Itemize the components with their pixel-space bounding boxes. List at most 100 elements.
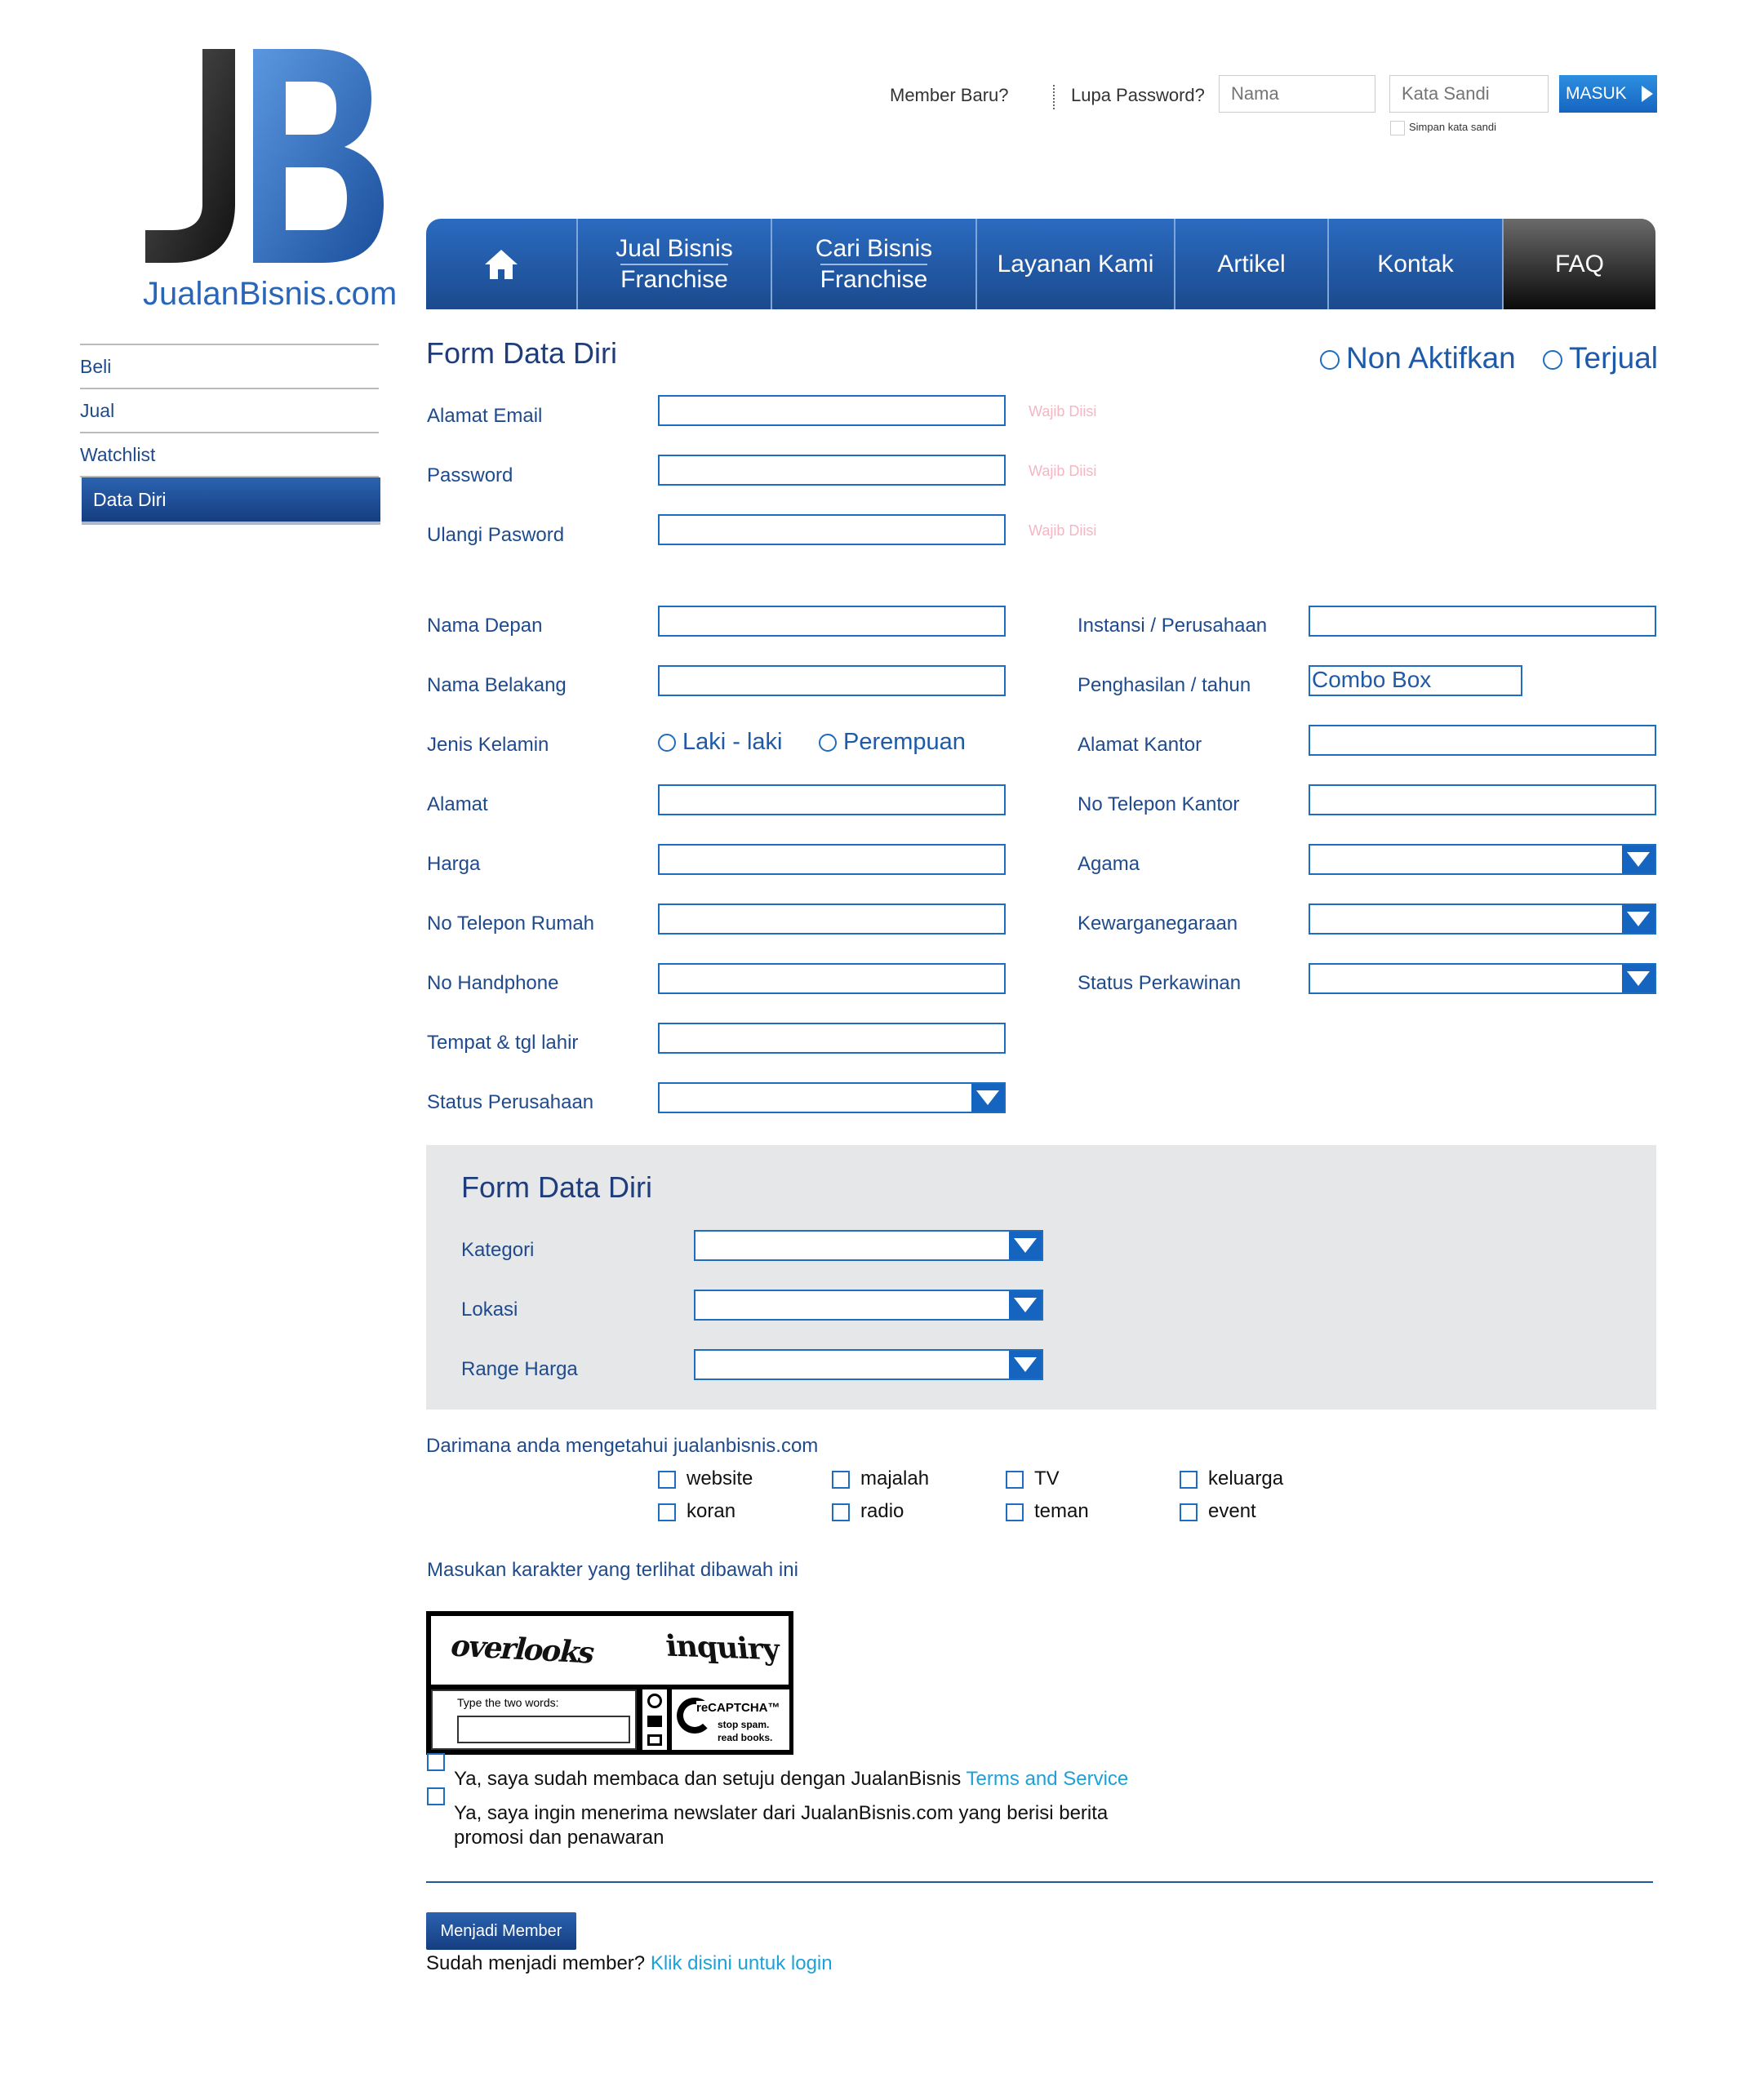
checkbox-radio[interactable] [832, 1503, 850, 1521]
alamat-kantor-field[interactable] [1309, 725, 1656, 756]
chevron-down-icon [971, 1084, 1004, 1112]
checkbox-label: keluarga [1208, 1467, 1284, 1490]
terjual-radio[interactable]: Terjual [1543, 341, 1658, 375]
status-perkawinan-select[interactable] [1309, 963, 1656, 994]
nav-home[interactable] [426, 219, 578, 309]
password-label: Password [427, 464, 513, 486]
checkbox-label: radio [860, 1500, 904, 1522]
password-field[interactable] [658, 455, 1006, 486]
tempat-tgl-label: Tempat & tgl lahir [427, 1032, 579, 1054]
masuk-button[interactable]: MASUK [1559, 75, 1657, 113]
radio-icon [1320, 350, 1340, 371]
member-baru-link[interactable]: Member Baru? [890, 85, 1009, 106]
newsletter-checkbox[interactable] [427, 1787, 445, 1805]
sidebar-item-beli[interactable]: Beli [80, 345, 379, 389]
login-link[interactable]: Klik disini untuk login [651, 1952, 833, 1974]
captcha-type-label: Type the two words: [457, 1696, 559, 1709]
ulangi-password-required: Wajib Diisi [1029, 522, 1097, 539]
nav-cari-bisnis-sub: Franchise [820, 263, 928, 295]
sidebar-item-watchlist[interactable]: Watchlist [80, 433, 379, 477]
kewarganegaraan-select[interactable] [1309, 903, 1656, 935]
nama-depan-label: Nama Depan [427, 615, 543, 637]
help-icon[interactable] [647, 1734, 662, 1747]
status-perusahaan-select[interactable] [658, 1082, 1006, 1113]
alamat-field[interactable] [658, 784, 1006, 815]
lokasi-select[interactable] [694, 1290, 1043, 1321]
captcha-input[interactable] [457, 1716, 630, 1743]
handphone-label: No Handphone [427, 972, 559, 994]
chevron-down-icon [1009, 1291, 1042, 1319]
nama-depan-field[interactable] [658, 606, 1006, 637]
sidebar-item-jual[interactable]: Jual [80, 389, 379, 433]
perempuan-radio[interactable]: Perempuan [819, 729, 966, 756]
captcha-label: Masukan karakter yang terlihat dibawah i… [427, 1559, 798, 1581]
newsletter-line-2: promosi dan penawaran [454, 1827, 664, 1849]
telp-rumah-field[interactable] [658, 903, 1006, 935]
harga-field[interactable] [658, 844, 1006, 875]
nav-jual-bisnis[interactable]: Jual Bisnis Franchise [578, 219, 772, 309]
lupa-password-link[interactable]: Lupa Password? [1071, 85, 1205, 106]
captcha-controls [642, 1689, 667, 1750]
harga-label: Harga [427, 853, 481, 875]
remember-checkbox[interactable] [1390, 121, 1405, 135]
nav-cari-bisnis-label: Cari Bisnis [815, 234, 933, 262]
nav-layanan-kami[interactable]: Layanan Kami [977, 219, 1175, 309]
instansi-field[interactable] [1309, 606, 1656, 637]
refresh-icon[interactable] [647, 1693, 662, 1708]
recaptcha-brand: reCAPTCHA™ [696, 1701, 780, 1715]
nama-belakang-field[interactable] [658, 665, 1006, 696]
telp-kantor-field[interactable] [1309, 784, 1656, 815]
nav-artikel[interactable]: Artikel [1175, 219, 1329, 309]
checkbox-tv[interactable] [1006, 1471, 1024, 1489]
masuk-label: MASUK [1566, 84, 1627, 103]
nav-faq[interactable]: FAQ [1504, 219, 1655, 309]
tempat-tgl-field[interactable] [658, 1023, 1006, 1054]
agama-label: Agama [1078, 853, 1140, 875]
checkbox-koran[interactable] [658, 1503, 676, 1521]
radio-icon [1543, 350, 1562, 371]
captcha-word-1: overlooks [447, 1628, 598, 1671]
kata-sandi-input[interactable] [1389, 75, 1549, 113]
status-perkawinan-label: Status Perkawinan [1078, 972, 1242, 994]
non-aktifkan-radio[interactable]: Non Aktifkan [1320, 341, 1516, 375]
nav-kontak[interactable]: Kontak [1329, 219, 1504, 309]
ulangi-password-label: Ulangi Pasword [427, 524, 565, 546]
handphone-field[interactable] [658, 963, 1006, 994]
top-divider [1053, 85, 1055, 109]
checkbox-label: teman [1034, 1500, 1089, 1522]
nama-input[interactable] [1219, 75, 1375, 113]
checkbox-teman[interactable] [1006, 1503, 1024, 1521]
range-harga-select[interactable] [694, 1349, 1043, 1380]
chevron-down-icon [1622, 846, 1655, 873]
audio-icon[interactable] [647, 1715, 662, 1727]
home-icon [485, 249, 518, 279]
remember-label: Simpan kata sandi [1409, 121, 1496, 133]
kategori-select[interactable] [694, 1230, 1043, 1261]
logo[interactable]: JualanBisnis.com [139, 49, 397, 318]
nav-cari-bisnis[interactable]: Cari Bisnis Franchise [772, 219, 977, 309]
laki-radio[interactable]: Laki - laki [658, 729, 783, 756]
penghasilan-combo[interactable]: Combo Box [1309, 665, 1522, 696]
recaptcha-tagline-2: read books. [718, 1732, 773, 1743]
terms-link[interactable]: Terms and Service [967, 1768, 1129, 1790]
email-field[interactable] [658, 395, 1006, 426]
checkbox-label: koran [687, 1500, 736, 1522]
checkbox-event[interactable] [1180, 1503, 1198, 1521]
captcha-widget: overlooks inquiry Type the two words: re… [426, 1611, 793, 1755]
ulangi-password-field[interactable] [658, 514, 1006, 545]
checkbox-website[interactable] [658, 1471, 676, 1489]
sidebar-item-data-diri[interactable]: Data Diri [82, 477, 380, 522]
checkbox-majalah[interactable] [832, 1471, 850, 1489]
menjadi-member-button[interactable]: Menjadi Member [426, 1912, 576, 1950]
nav-layanan-label: Layanan Kami [997, 250, 1154, 277]
source-question: Darimana anda mengetahui jualanbisnis.co… [426, 1435, 819, 1457]
captcha-word-2: inquiry [664, 1628, 781, 1667]
alamat-label: Alamat [427, 793, 488, 815]
agama-select[interactable] [1309, 844, 1656, 875]
login-prompt: Sudah menjadi member? Klik disini untuk … [426, 1952, 833, 1975]
password-required: Wajib Diisi [1029, 463, 1097, 479]
terms-checkbox[interactable] [427, 1753, 445, 1771]
checkbox-label: majalah [860, 1467, 930, 1490]
instansi-label: Instansi / Perusahaan [1078, 615, 1268, 637]
checkbox-keluarga[interactable] [1180, 1471, 1198, 1489]
